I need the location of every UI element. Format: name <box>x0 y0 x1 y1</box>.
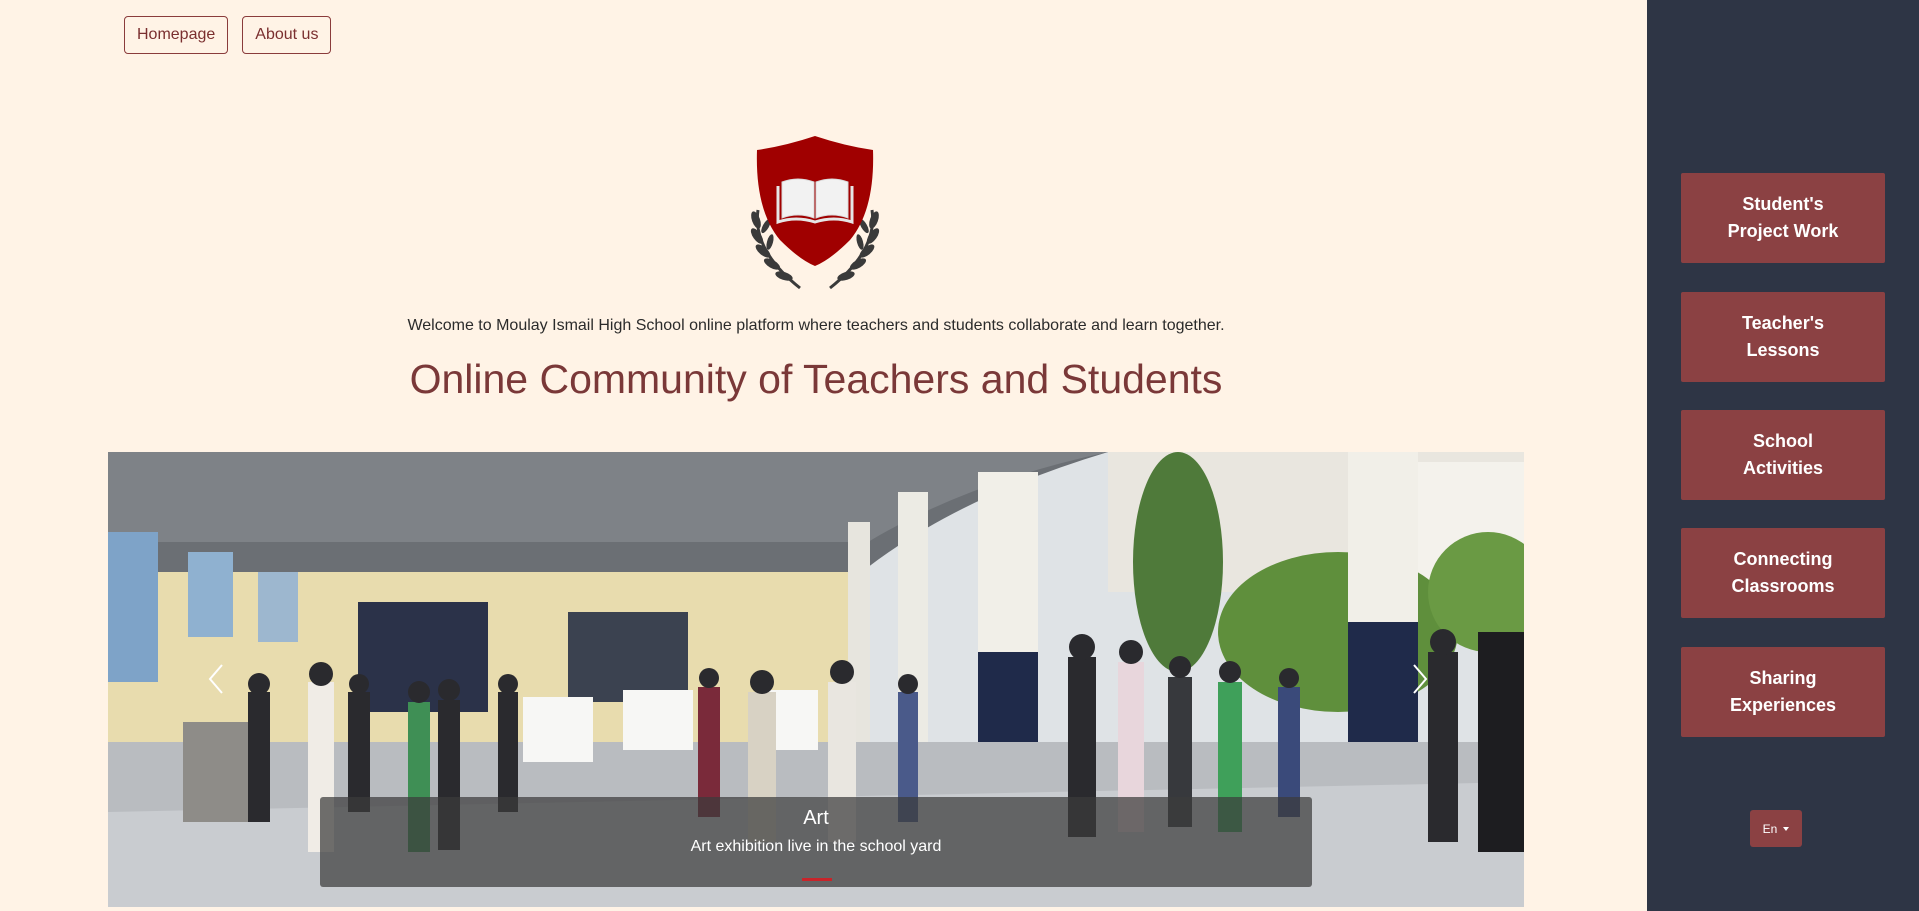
button-label-line1: Teacher's <box>1742 313 1824 333</box>
chevron-right-icon <box>1413 664 1428 694</box>
about-us-button[interactable]: About us <box>242 16 332 54</box>
button-label-line2: Experiences <box>1729 695 1837 715</box>
button-label-line2: Lessons <box>1746 340 1820 360</box>
book-shield-logo <box>750 136 880 290</box>
carousel-caption: Art Art exhibition live in the school ya… <box>320 797 1312 887</box>
image-carousel[interactable]: Art Art exhibition live in the school ya… <box>108 452 1524 907</box>
button-label-line2: Classrooms <box>1731 576 1835 596</box>
teachers-lessons-button[interactable]: Teacher's Lessons <box>1681 292 1885 382</box>
top-navigation: Homepage About us <box>124 16 332 54</box>
page-headline: Online Community of Teachers and Student… <box>409 356 1223 402</box>
sharing-experiences-button[interactable]: Sharing Experiences <box>1681 647 1885 737</box>
button-label-line1: Sharing <box>1749 668 1817 688</box>
school-activities-button[interactable]: School Activities <box>1681 410 1885 500</box>
school-logo <box>730 130 900 295</box>
sidebar: Student's Project Work Teacher's Lessons… <box>1647 0 1919 911</box>
caption-text: Art exhibition live in the school yard <box>690 838 942 855</box>
connecting-classrooms-button[interactable]: Connecting Classrooms <box>1681 528 1885 618</box>
caret-down-icon <box>1783 826 1790 831</box>
main-content: Homepage About us Welcome to Moulay Isma… <box>0 0 1647 911</box>
button-label-line1: School <box>1752 431 1813 451</box>
language-label: En <box>1762 821 1778 836</box>
button-label-line2: Project Work <box>1727 221 1839 241</box>
carousel-indicators <box>802 878 832 881</box>
homepage-button[interactable]: Homepage <box>124 16 229 54</box>
language-dropdown[interactable]: En <box>1750 810 1802 847</box>
carousel-next-button[interactable] <box>1400 657 1440 701</box>
carousel-prev-button[interactable] <box>196 657 236 701</box>
welcome-text: Welcome to Moulay Ismail High School onl… <box>407 317 1225 334</box>
carousel-indicator[interactable] <box>802 878 832 881</box>
button-label-line2: Activities <box>1742 458 1824 478</box>
button-label-line1: Connecting <box>1733 549 1833 569</box>
caption-title: Art <box>803 807 829 829</box>
button-label-line1: Student's <box>1742 194 1824 214</box>
chevron-left-icon <box>208 664 223 694</box>
students-project-work-button[interactable]: Student's Project Work <box>1681 173 1885 263</box>
